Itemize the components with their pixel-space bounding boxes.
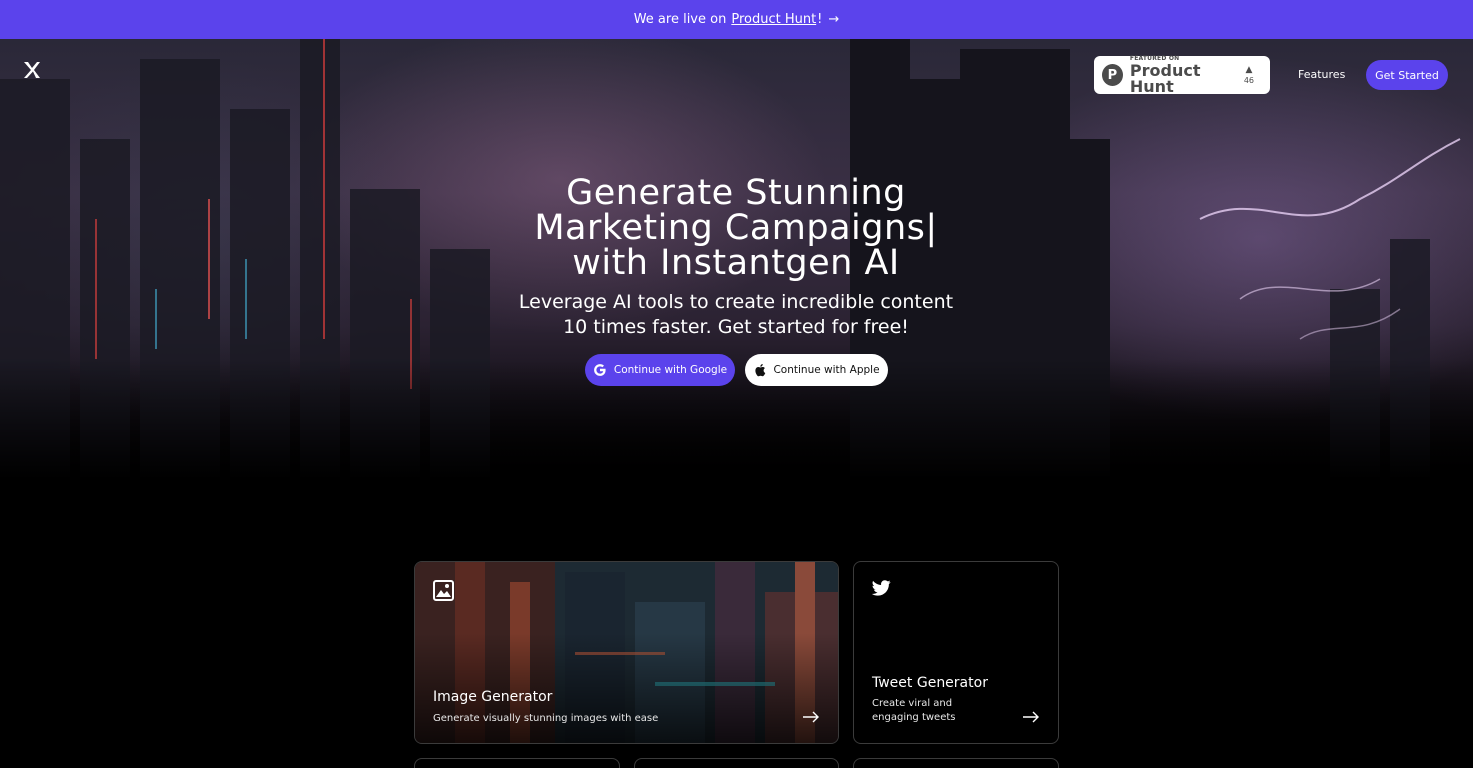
card-description: Generate visually stunning images with e… bbox=[433, 713, 659, 724]
product-hunt-badge[interactable]: P FEATURED ON Product Hunt ▲ 46 bbox=[1094, 55, 1270, 96]
product-hunt-logo-icon: P bbox=[1102, 64, 1123, 86]
product-hunt-badge-text: FEATURED ON Product Hunt bbox=[1129, 55, 1244, 96]
headline-line-1: Generate Stunning bbox=[566, 173, 906, 213]
upvote-icon: ▲ bbox=[1245, 64, 1253, 75]
continue-with-apple-button[interactable]: Continue with Apple bbox=[745, 354, 888, 386]
tweet-generator-card[interactable]: Tweet Generator Create viral and engagin… bbox=[853, 561, 1059, 744]
card-title: Image Generator bbox=[433, 689, 553, 705]
announcement-banner: We are live on Product Hunt ! → bbox=[0, 0, 1473, 39]
product-hunt-name: Product Hunt bbox=[1129, 60, 1201, 96]
arrow-right-icon[interactable]: → bbox=[828, 12, 839, 27]
arrow-right-icon bbox=[803, 711, 819, 723]
get-started-button[interactable]: Get Started bbox=[1366, 60, 1448, 90]
feature-card[interactable] bbox=[414, 758, 620, 768]
google-icon bbox=[593, 364, 606, 376]
google-button-label: Continue with Google bbox=[613, 364, 728, 376]
image-generator-card[interactable]: Image Generator Generate visually stunni… bbox=[414, 561, 839, 744]
upvote-count: ▲ 46 bbox=[1244, 65, 1254, 85]
card-description: Create viral and engaging tweets bbox=[872, 698, 956, 723]
apple-button-label: Continue with Apple bbox=[773, 364, 880, 376]
vote-count: 46 bbox=[1243, 75, 1254, 85]
feature-card[interactable] bbox=[634, 758, 839, 768]
instantgen-x-logo-icon[interactable] bbox=[22, 60, 42, 80]
hero-headline: Generate Stunning Marketing Campaigns| w… bbox=[486, 176, 986, 281]
arrow-right-icon bbox=[1023, 711, 1039, 723]
image-icon bbox=[433, 580, 454, 601]
continue-with-google-button[interactable]: Continue with Google bbox=[585, 354, 735, 386]
twitter-bird-icon bbox=[872, 580, 891, 596]
feature-card[interactable] bbox=[853, 758, 1059, 768]
apple-icon bbox=[755, 364, 766, 377]
card-title: Tweet Generator bbox=[872, 675, 988, 691]
product-hunt-link[interactable]: Product Hunt bbox=[731, 12, 816, 27]
headline-line-3: with Instantgen AI bbox=[572, 243, 900, 283]
banner-suffix: ! bbox=[817, 12, 823, 27]
hero-subheadline: Leverage AI tools to create incredible c… bbox=[518, 291, 954, 338]
card-shade bbox=[415, 633, 838, 743]
banner-text: We are live on bbox=[633, 12, 727, 27]
nav-features-link[interactable]: Features bbox=[1298, 68, 1345, 81]
headline-line-2: Marketing Campaigns| bbox=[534, 208, 938, 248]
